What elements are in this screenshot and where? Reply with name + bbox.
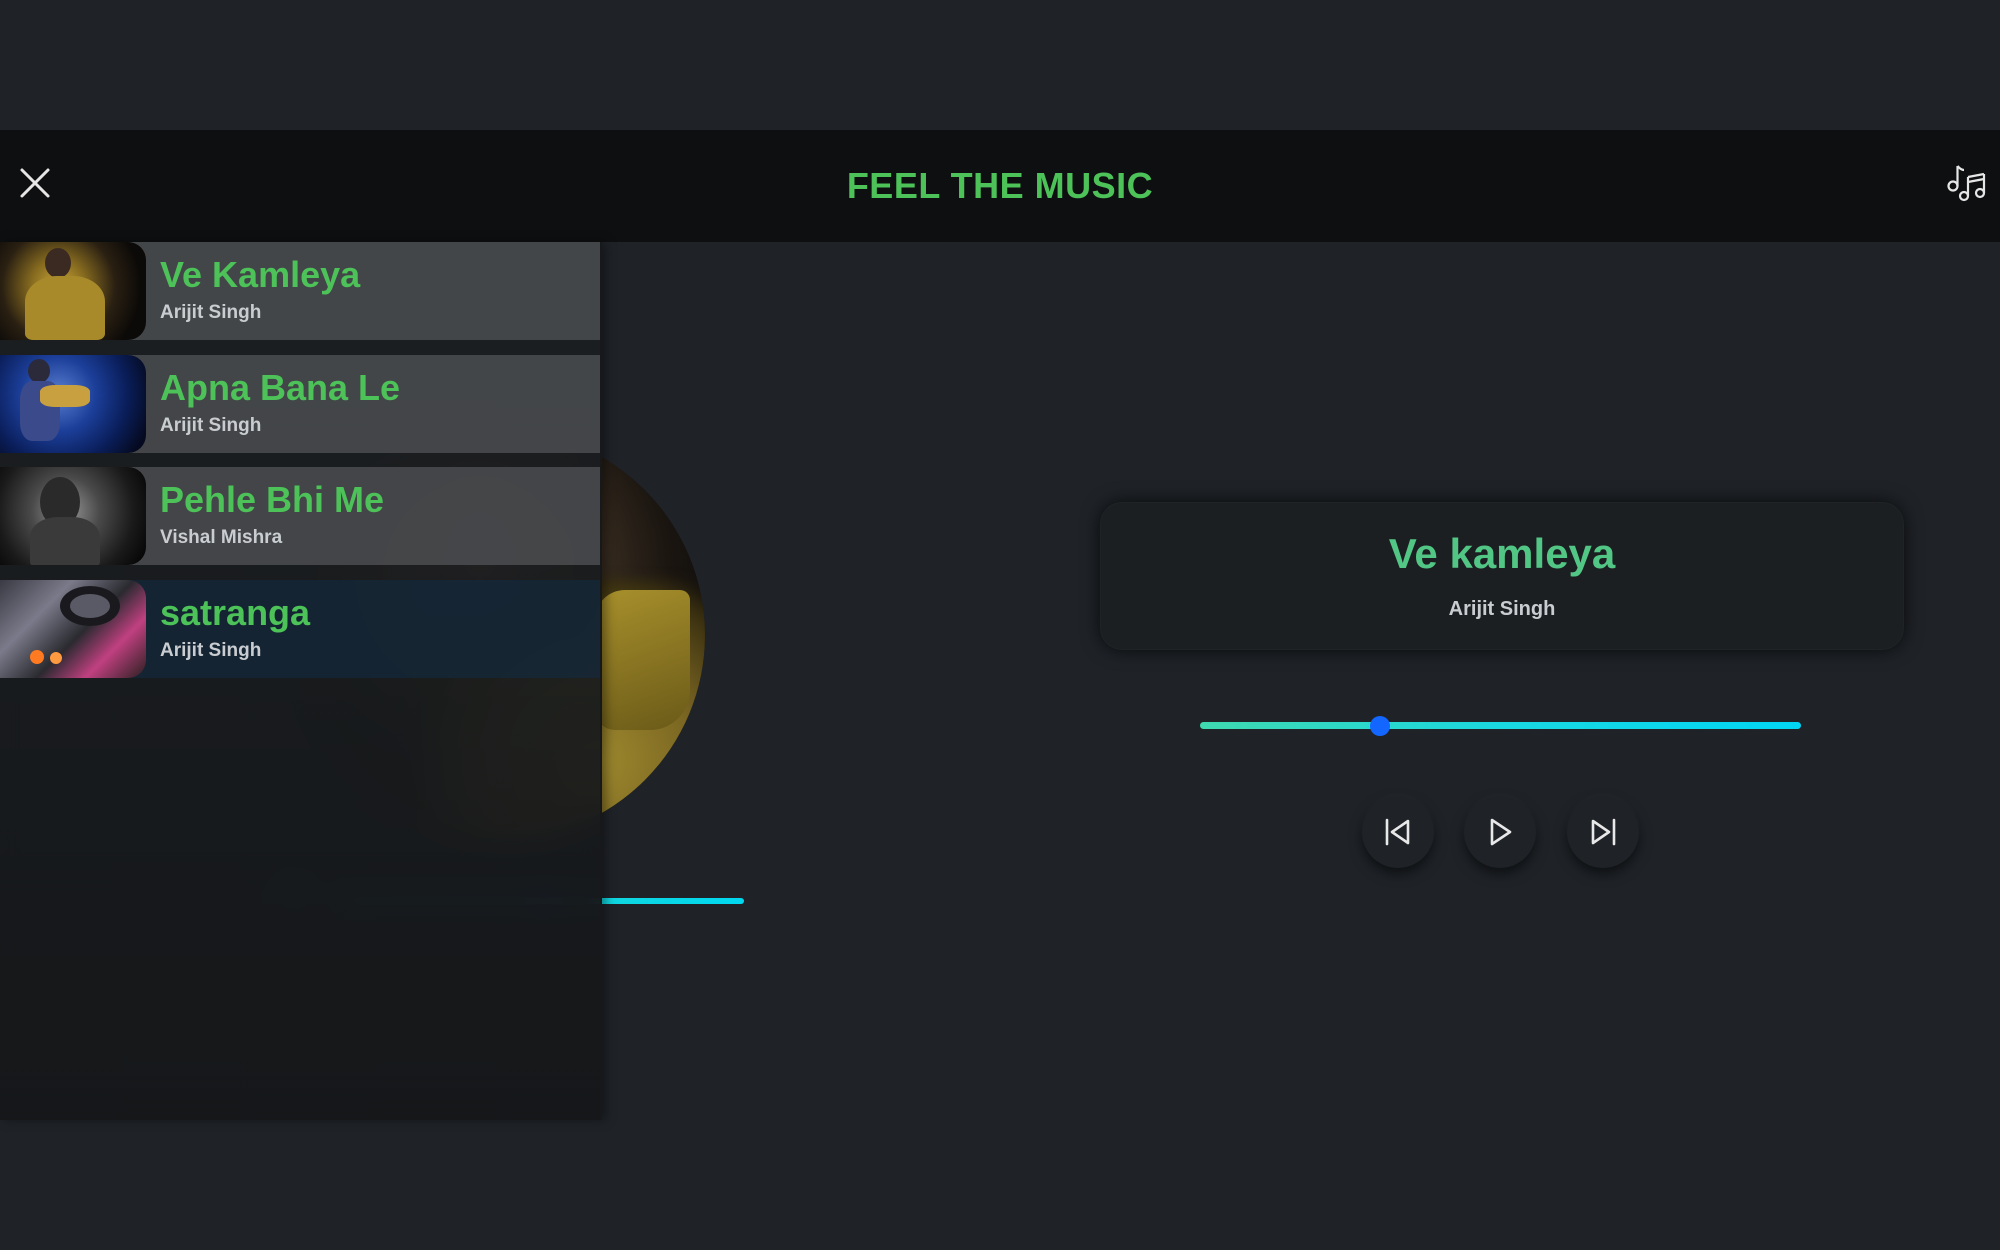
play-button[interactable]	[1464, 796, 1536, 868]
now-playing-artist: Arijit Singh	[1448, 598, 1556, 620]
now-playing-card: Ve kamleya Arijit Singh	[1100, 502, 1904, 650]
music-notes-icon	[1947, 165, 1986, 202]
playlist-toggle-button[interactable]	[1944, 162, 1988, 206]
song-artist: Arijit Singh	[160, 302, 262, 323]
playlist-sidebar: Ve Kamleya Arijit Singh Apna Bana Le Ari…	[0, 242, 602, 1120]
music-player-page: FEEL THE MUSIC Ve Kamleya Arijit Singh A…	[0, 0, 2000, 1250]
previous-button[interactable]	[1362, 796, 1434, 868]
playlist-item[interactable]: Apna Bana Le Arijit Singh	[0, 355, 600, 453]
now-playing-title: Ve kamleya	[1388, 530, 1616, 577]
close-icon	[20, 168, 50, 198]
song-thumbnail	[0, 355, 146, 453]
playlist-item[interactable]: Ve Kamleya Arijit Singh	[0, 242, 600, 340]
playlist-item-active[interactable]: satranga Arijit Singh	[0, 580, 600, 678]
skip-next-icon	[1591, 818, 1616, 846]
song-thumbnail	[0, 242, 146, 340]
song-title: satranga	[160, 592, 311, 633]
progress-knob[interactable]	[1370, 716, 1391, 736]
song-title: Ve Kamleya	[160, 254, 361, 295]
song-title: Pehle Bhi Me	[160, 479, 385, 520]
song-thumbnail	[0, 467, 146, 565]
song-title: Apna Bana Le	[160, 367, 401, 408]
next-button[interactable]	[1567, 796, 1639, 868]
play-icon	[1490, 818, 1512, 846]
song-thumbnail	[0, 580, 146, 678]
song-artist: Arijit Singh	[160, 415, 262, 436]
progress-slider[interactable]	[1200, 716, 1801, 736]
song-artist: Vishal Mishra	[160, 527, 283, 548]
playlist-item[interactable]: Pehle Bhi Me Vishal Mishra	[0, 467, 600, 565]
close-button[interactable]	[14, 162, 56, 204]
skip-previous-icon	[1385, 818, 1410, 846]
song-artist: Arijit Singh	[160, 640, 262, 661]
app-title: FEEL THE MUSIC	[846, 165, 1154, 206]
